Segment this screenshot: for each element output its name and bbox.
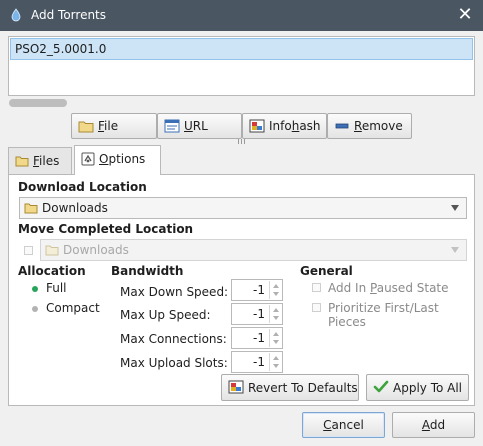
download-location-dropdown[interactable]: Downloads bbox=[19, 197, 467, 219]
torrent-list[interactable]: PSO2_5.0001.0 bbox=[8, 36, 475, 96]
max-down-speed-spinner[interactable]: -1 bbox=[231, 279, 283, 301]
download-location-title: Download Location bbox=[18, 180, 147, 194]
bandwidth-title: Bandwidth bbox=[111, 264, 184, 278]
cancel-button[interactable]: Cancel bbox=[302, 412, 385, 438]
spin-down-icon[interactable] bbox=[273, 340, 279, 344]
allocation-compact-label[interactable]: Compact bbox=[46, 301, 100, 315]
torrent-name: PSO2_5.0001.0 bbox=[15, 42, 107, 56]
allocation-compact-radio[interactable] bbox=[32, 306, 38, 312]
pane-splitter-handle[interactable] bbox=[238, 139, 246, 145]
deluge-app-icon bbox=[11, 8, 21, 22]
torrent-list-item[interactable]: PSO2_5.0001.0 bbox=[10, 38, 473, 60]
max-upload-slots-spinner[interactable]: -1 bbox=[231, 351, 283, 373]
max-upload-slots-label: Max Upload Slots: bbox=[120, 356, 228, 370]
chevron-down-icon bbox=[451, 205, 459, 211]
spin-up-icon[interactable] bbox=[273, 284, 279, 288]
tab-options[interactable]: Options bbox=[74, 145, 161, 175]
folder-icon bbox=[24, 203, 38, 214]
folder-icon bbox=[45, 245, 59, 256]
add-paused-checkbox[interactable] bbox=[312, 283, 321, 292]
scrollbar-thumb[interactable] bbox=[9, 99, 67, 107]
folder-icon bbox=[78, 121, 94, 133]
close-button[interactable]: ✕ bbox=[455, 5, 475, 25]
folder-icon bbox=[15, 156, 29, 167]
move-completed-value: Downloads bbox=[63, 243, 129, 257]
close-icon: ✕ bbox=[457, 4, 473, 25]
prioritize-first-last-checkbox[interactable] bbox=[312, 303, 321, 312]
chevron-down-icon bbox=[451, 247, 459, 253]
general-title: General bbox=[300, 264, 353, 278]
max-up-speed-label: Max Up Speed: bbox=[120, 308, 211, 322]
tab-files[interactable]: Files bbox=[8, 147, 72, 175]
remove-icon bbox=[335, 123, 349, 129]
options-panel: Download Location Downloads Move Complet… bbox=[8, 174, 475, 406]
spin-down-icon[interactable] bbox=[273, 364, 279, 368]
move-completed-title: Move Completed Location bbox=[18, 222, 194, 236]
options-icon bbox=[81, 152, 95, 166]
add-file-button[interactable]: File bbox=[71, 113, 157, 139]
checkmark-icon bbox=[373, 380, 389, 393]
max-upload-slots-value: -1 bbox=[253, 355, 265, 369]
revert-icon bbox=[228, 380, 244, 394]
add-button[interactable]: Add bbox=[392, 412, 475, 438]
move-completed-dropdown[interactable]: Downloads bbox=[40, 239, 467, 261]
move-completed-checkbox[interactable] bbox=[24, 246, 33, 255]
spin-up-icon[interactable] bbox=[273, 308, 279, 312]
add-url-button[interactable]: URL bbox=[157, 113, 242, 139]
max-up-speed-value: -1 bbox=[253, 307, 265, 321]
revert-to-defaults-button[interactable]: Revert To Defaults bbox=[221, 374, 359, 401]
apply-to-all-button[interactable]: Apply To All bbox=[366, 374, 469, 401]
window-title: Add Torrents bbox=[31, 8, 107, 22]
prioritize-first-last-label[interactable]: Prioritize First/Last Pieces bbox=[328, 301, 474, 329]
allocation-full-radio[interactable] bbox=[32, 286, 38, 292]
download-location-value: Downloads bbox=[42, 201, 108, 215]
remove-button[interactable]: Remove bbox=[327, 113, 412, 139]
add-paused-label[interactable]: Add In Paused State bbox=[328, 281, 449, 295]
add-torrents-dialog: Add Torrents ✕ PSO2_5.0001.0 File URL In… bbox=[0, 0, 483, 446]
max-up-speed-spinner[interactable]: -1 bbox=[231, 303, 283, 325]
max-down-speed-label: Max Down Speed: bbox=[120, 285, 229, 299]
horizontal-scrollbar[interactable] bbox=[9, 98, 475, 108]
max-down-speed-value: -1 bbox=[253, 283, 265, 297]
max-connections-value: -1 bbox=[253, 331, 265, 345]
url-icon bbox=[164, 119, 180, 133]
infohash-icon bbox=[249, 119, 265, 133]
spin-up-icon[interactable] bbox=[273, 356, 279, 360]
allocation-title: Allocation bbox=[18, 264, 86, 278]
add-infohash-button[interactable]: Infohash bbox=[242, 113, 327, 139]
title-bar: Add Torrents ✕ bbox=[0, 0, 483, 31]
max-connections-label: Max Connections: bbox=[120, 332, 227, 346]
spin-down-icon[interactable] bbox=[273, 292, 279, 296]
spin-up-icon[interactable] bbox=[273, 332, 279, 336]
spin-down-icon[interactable] bbox=[273, 316, 279, 320]
allocation-full-label[interactable]: Full bbox=[46, 281, 67, 295]
max-connections-spinner[interactable]: -1 bbox=[231, 327, 283, 349]
